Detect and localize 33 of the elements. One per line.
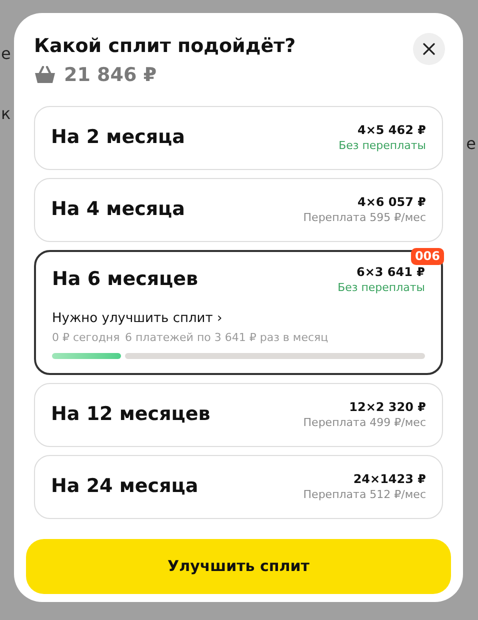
improve-link[interactable]: Нужно улучшить сплит ›	[52, 308, 425, 328]
close-button[interactable]	[413, 33, 445, 65]
payment-amount: 6×3 641 ₽	[356, 264, 425, 280]
total-price: 21 846 ₽	[64, 63, 157, 88]
background-text: е	[466, 134, 476, 154]
improve-button[interactable]: Улучшить сплит	[26, 538, 451, 594]
option-title: На 24 месяца	[51, 474, 198, 500]
payment-amount: 12×2 320 ₽	[349, 399, 426, 415]
overpay-note: Переплата 512 ₽/мес	[303, 487, 426, 502]
option-title: На 2 месяца	[51, 125, 185, 150]
split-option[interactable]: На 2 месяца 4×5 462 ₽ Без переплаты	[34, 106, 443, 170]
payment-amount: 24×1423 ₽	[353, 471, 426, 487]
overpay-note: Без переплаты	[338, 138, 426, 153]
schedule-label: 6 платежей по 3 641 ₽ раз в месяц	[125, 330, 330, 346]
split-option[interactable]: 006 На 6 месяцев 6×3 641 ₽ Без переплаты Нужно улучшить сплит › 0 ₽ сегодня 6 платежей по 3 641 ₽ раз в месяц	[34, 250, 443, 374]
badge: 006	[410, 248, 444, 264]
overpay-note: Переплата 595 ₽/мес	[303, 210, 426, 225]
overpay-note: Переплата 499 ₽/мес	[303, 415, 426, 430]
overpay-note: Без переплаты	[338, 280, 425, 294]
option-title: На 6 месяцев	[52, 266, 198, 292]
background-text: к	[1, 104, 11, 124]
payment-amount: 4×6 057 ₽	[357, 194, 426, 210]
option-title: На 12 месяцев	[51, 402, 210, 428]
split-option[interactable]: На 24 месяца 24×1423 ₽ Переплата 512 ₽/мес	[34, 454, 443, 518]
basket-icon	[34, 66, 56, 84]
background-text: е	[1, 44, 11, 64]
dialog-title: Какой сплит подойдёт?	[34, 34, 296, 59]
split-option[interactable]: На 12 месяцев 12×2 320 ₽ Переплата 499 ₽/мес	[34, 382, 443, 446]
payment-amount: 4×5 462 ₽	[357, 122, 426, 138]
schedule-label: 0 ₽ сегодня	[52, 330, 121, 346]
split-option[interactable]: На 4 месяца 4×6 057 ₽ Переплата 595 ₽/мес	[34, 178, 443, 242]
close-icon	[423, 43, 435, 55]
option-title: На 4 месяца	[51, 197, 185, 222]
